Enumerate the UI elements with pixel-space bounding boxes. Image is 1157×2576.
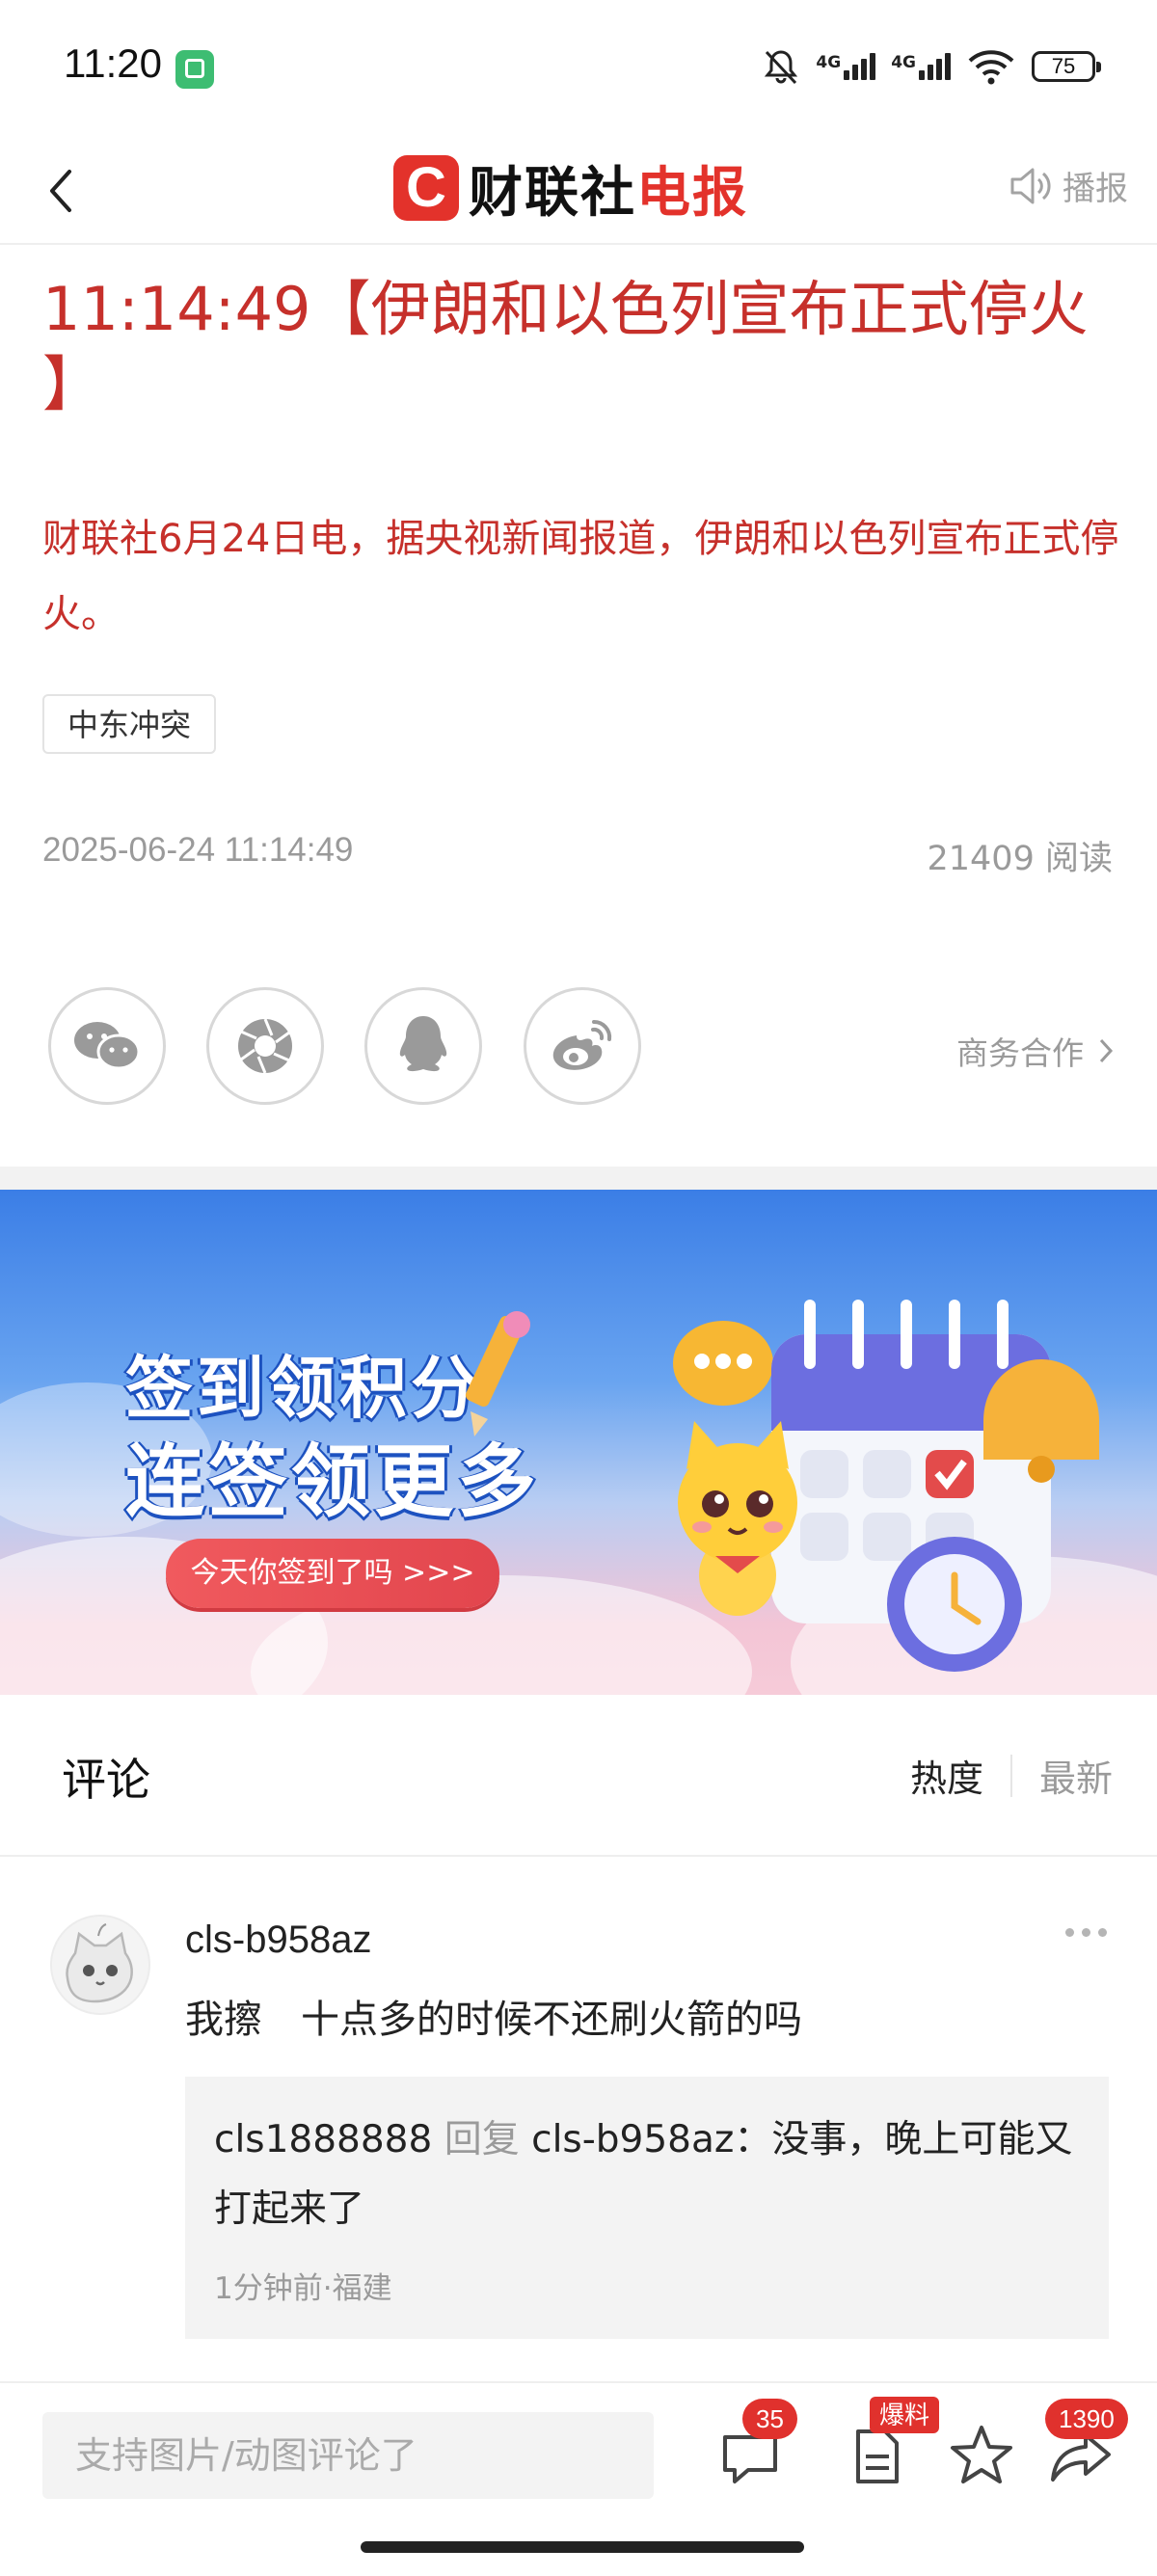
favorite-button[interactable] [943, 2416, 1020, 2493]
weibo-icon [552, 1019, 612, 1070]
read-count: 21409 阅读 [928, 831, 1114, 880]
comment-sort: 热度 最新 [910, 1749, 1113, 1802]
app-logo: C 财联社电报 [393, 145, 748, 231]
logo-text-black: 财联社 [469, 161, 636, 225]
back-arrow-icon[interactable] [39, 162, 87, 220]
battery-indicator: 75 [1032, 51, 1101, 82]
star-icon [951, 2426, 1012, 2483]
logo-text: 财联社电报 [469, 149, 748, 228]
signal-2-icon: 4G [891, 53, 951, 80]
share-count-badge: 1390 [1045, 2399, 1128, 2439]
sort-hot-tab[interactable]: 热度 [910, 1749, 983, 1802]
wechat-icon [74, 1022, 141, 1070]
status-right-group: 4G 4G 75 [762, 42, 1101, 91]
comment-input[interactable]: 支持图片/动图评论了 [42, 2412, 654, 2499]
comment-count-badge: 35 [742, 2399, 797, 2439]
chevron-right-icon [1099, 1038, 1114, 1063]
sort-divider [1009, 1754, 1012, 1797]
read-count-label: 阅读 [1044, 840, 1113, 878]
app-notification-icon [175, 50, 214, 89]
moments-icon [238, 1018, 292, 1074]
avatar[interactable] [50, 1915, 150, 2015]
share-wechat-button[interactable] [48, 987, 166, 1105]
business-label: 商务合作 [956, 1034, 1084, 1072]
top-navigation: C 财联社电报 播报 [0, 135, 1157, 245]
reply-content: cls1888888 回复 cls-b958az：没事，晚上可能又打起来了 [214, 2106, 1082, 2244]
report-badge: 爆料 [870, 2397, 940, 2433]
qq-icon [399, 1016, 447, 1072]
network-type-2: 4G [891, 53, 916, 72]
broadcast-label: 播报 [1063, 170, 1128, 208]
banner-signin-button[interactable]: 今天你签到了吗 >>> [166, 1539, 499, 1608]
signal-1-icon: 4G [816, 53, 876, 80]
read-count-value: 21409 [927, 840, 1035, 878]
broadcast-button[interactable]: 播报 [1007, 162, 1128, 209]
logo-text-red: 电报 [636, 161, 748, 225]
wifi-icon [968, 50, 1014, 85]
logo-badge: C [393, 155, 459, 221]
article-title-line2: 】 [42, 349, 103, 419]
mascot-icon [678, 1421, 797, 1616]
share-moments-button[interactable] [206, 987, 324, 1105]
share-qq-button[interactable] [364, 987, 482, 1105]
comment-text: 我擦 十点多的时候不还刷火箭的吗 [185, 1998, 802, 2042]
pencil-icon [465, 1311, 530, 1436]
comments-header: 评论 热度 最新 [0, 1695, 1157, 1857]
reply-verb: 回复 [444, 2118, 520, 2161]
speaker-icon [1010, 168, 1051, 203]
status-bar: 11:20 4G 4G 75 [0, 0, 1157, 135]
home-indicator[interactable] [361, 2541, 804, 2553]
article-title-line1: 11:14:49【伊朗和以色列宣布正式停火 [42, 274, 1089, 344]
comments-title: 评论 [62, 1754, 150, 1806]
status-time: 11:20 [64, 40, 162, 86]
section-divider [0, 1167, 1157, 1190]
reply-target-username[interactable]: cls-b958az [531, 2118, 734, 2161]
sort-new-tab[interactable]: 最新 [1039, 1749, 1113, 1802]
reply-username[interactable]: cls1888888 [214, 2118, 432, 2161]
reply-meta: 1分钟前·福建 [214, 2271, 392, 2306]
more-options-icon[interactable] [1065, 1928, 1107, 1937]
publish-datetime: 2025-06-24 11:14:49 [42, 831, 354, 869]
network-type-1: 4G [816, 53, 842, 72]
logo-letter: C [406, 156, 446, 219]
article-lead: 财联社6月24日电，据央视新闻报道，伊朗和以色列宣布正式停火。 [42, 517, 1119, 636]
signin-promo-banner[interactable]: 签到领积分 连签领更多 今天你签到了吗 >>> [0, 1190, 1157, 1695]
cat-avatar-icon [66, 1923, 133, 2003]
reply-box[interactable]: cls1888888 回复 cls-b958az：没事，晚上可能又打起来了 1分… [185, 2077, 1109, 2339]
mute-bell-icon [765, 50, 798, 85]
share-weibo-button[interactable] [524, 987, 641, 1105]
business-cooperation-link[interactable]: 商务合作 [956, 1028, 1115, 1074]
article-title: 11:14:49【伊朗和以色列宣布正式停火 】 [42, 272, 1113, 422]
comment-username[interactable]: cls-b958az [185, 1919, 371, 1962]
topic-tag[interactable]: 中东冲突 [42, 694, 217, 754]
